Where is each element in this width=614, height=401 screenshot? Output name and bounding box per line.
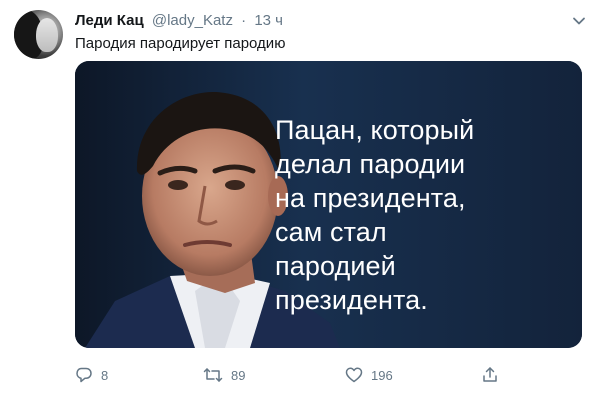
media-caption-line: Пацан, который bbox=[275, 115, 475, 145]
reply-icon bbox=[76, 367, 92, 383]
media-caption-line: сам стал bbox=[275, 217, 387, 247]
like-count: 196 bbox=[371, 367, 393, 383]
timestamp[interactable]: 13 ч bbox=[254, 12, 283, 29]
retweet-icon bbox=[203, 368, 223, 382]
media-caption-line: делал пародии bbox=[275, 149, 466, 179]
media-caption: Пацан, который делал пародии на президен… bbox=[275, 113, 575, 317]
media-caption-line: президента. bbox=[275, 285, 428, 315]
tweet-menu-button[interactable] bbox=[572, 14, 586, 28]
tweet: Леди Кац @lady_Katz · 13 ч Пародия парод… bbox=[0, 0, 614, 401]
tweet-text: Пародия пародирует пародию bbox=[75, 35, 286, 52]
avatar[interactable] bbox=[14, 10, 63, 59]
share-icon bbox=[483, 367, 497, 382]
avatar-face bbox=[36, 18, 58, 52]
tweet-actions: 8 89 196 bbox=[75, 364, 505, 386]
heart-icon bbox=[345, 367, 363, 383]
display-name[interactable]: Леди Кац bbox=[75, 12, 144, 29]
tweet-media-image[interactable]: Пацан, который делал пародии на президен… bbox=[75, 61, 582, 348]
retweet-count: 89 bbox=[231, 367, 246, 383]
media-caption-line: на президента, bbox=[275, 183, 466, 213]
reply-count: 8 bbox=[101, 367, 109, 383]
media-caption-line: пародией bbox=[275, 251, 396, 281]
chevron-down-icon bbox=[573, 17, 585, 25]
tweet-header: Леди Кац @lady_Katz · 13 ч bbox=[75, 11, 283, 31]
user-handle[interactable]: @lady_Katz bbox=[152, 12, 233, 29]
retweet-button[interactable]: 89 bbox=[203, 364, 245, 386]
reply-button[interactable]: 8 bbox=[75, 364, 108, 386]
separator-dot: · bbox=[241, 12, 247, 29]
share-button[interactable] bbox=[481, 364, 499, 386]
like-button[interactable]: 196 bbox=[345, 364, 393, 386]
